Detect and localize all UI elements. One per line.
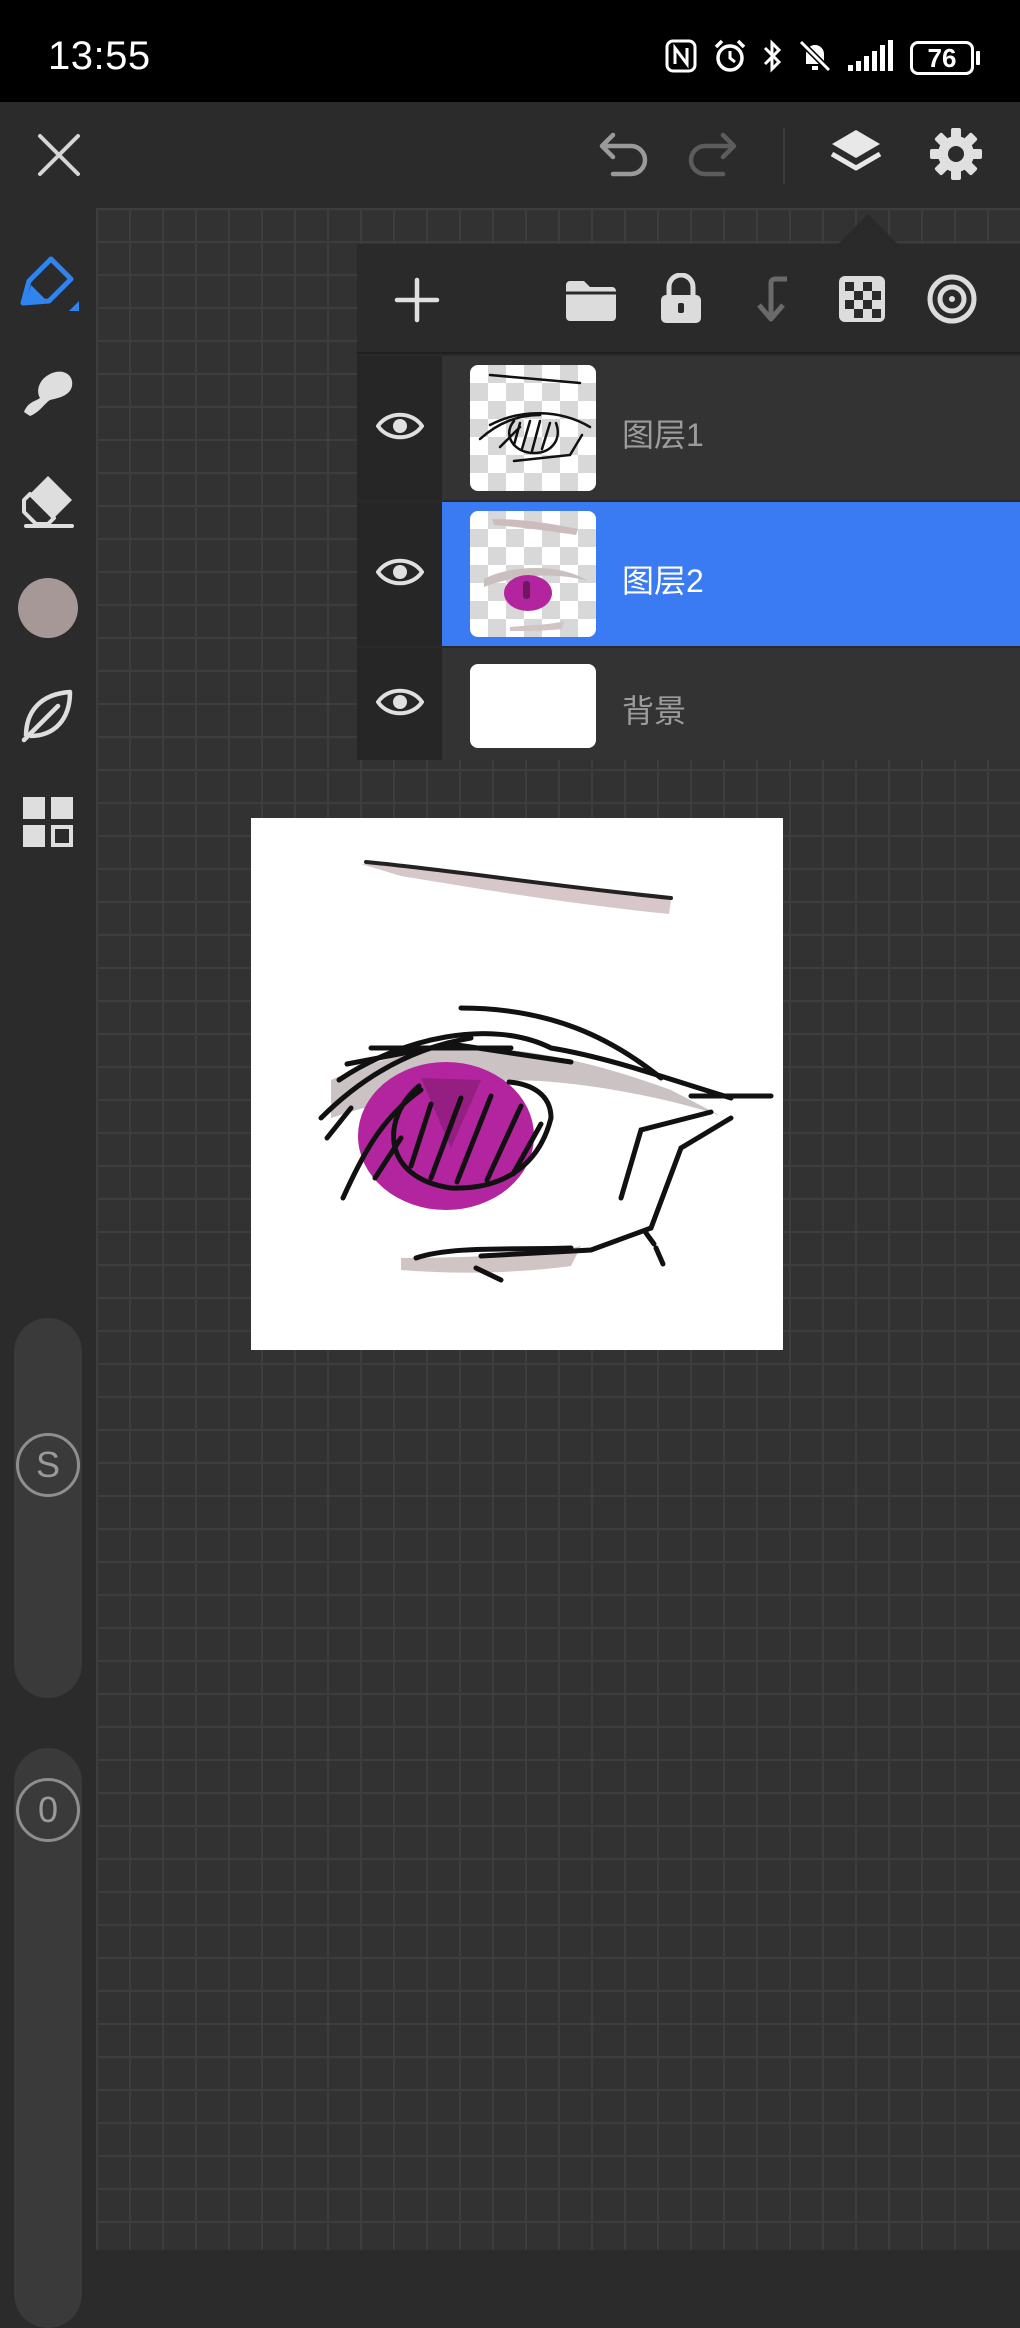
eye-icon bbox=[375, 687, 424, 722]
layers-panel: 图层1 图层2 背景 bbox=[357, 244, 1020, 760]
toolbar-divider bbox=[783, 128, 785, 184]
background-layer-name: 背景 bbox=[622, 693, 687, 729]
layer-row-2[interactable]: 图层2 bbox=[357, 502, 1020, 646]
signal-icon bbox=[846, 39, 896, 78]
color-swatch[interactable] bbox=[12, 572, 84, 644]
eye-icon bbox=[375, 557, 424, 592]
grid-menu-icon[interactable] bbox=[12, 786, 84, 858]
layers-panel-pointer bbox=[838, 214, 898, 244]
nfc-icon bbox=[664, 38, 698, 79]
layer-2-visibility-toggle[interactable] bbox=[357, 502, 442, 646]
layer-2-item[interactable]: 图层2 bbox=[442, 502, 1020, 646]
battery-indicator: 76 bbox=[910, 41, 980, 75]
layer-1-thumbnail bbox=[470, 365, 596, 491]
layers-toolbar bbox=[357, 244, 1020, 354]
brush-opacity-badge: 0 bbox=[16, 1778, 80, 1842]
pen-icon[interactable] bbox=[12, 248, 84, 320]
leaf-brush-icon[interactable] bbox=[12, 678, 84, 750]
status-time: 13:55 bbox=[48, 34, 151, 78]
layer-1-visibility-toggle[interactable] bbox=[357, 356, 442, 500]
transparency-icon[interactable] bbox=[831, 268, 893, 330]
background-layer-item[interactable]: 背景 bbox=[442, 648, 1020, 760]
add-layer-icon[interactable] bbox=[387, 270, 447, 330]
smudge-icon[interactable] bbox=[12, 356, 84, 428]
background-visibility-toggle[interactable] bbox=[357, 648, 442, 760]
mute-icon bbox=[798, 38, 832, 79]
artwork-canvas[interactable] bbox=[251, 818, 783, 1350]
layer-2-thumbnail bbox=[470, 511, 596, 637]
close-icon[interactable] bbox=[26, 122, 92, 188]
brush-size-badge: S bbox=[16, 1433, 80, 1497]
layer-row-1[interactable]: 图层1 bbox=[357, 356, 1020, 500]
current-color bbox=[18, 578, 78, 638]
merge-down-icon[interactable] bbox=[743, 268, 803, 330]
status-icons: 76 bbox=[664, 38, 980, 78]
eye-icon bbox=[375, 411, 424, 446]
undo-icon[interactable] bbox=[590, 122, 656, 188]
status-bar: 13:55 76 bbox=[0, 0, 1020, 102]
target-icon[interactable] bbox=[921, 268, 983, 330]
layer-1-item[interactable]: 图层1 bbox=[442, 356, 1020, 500]
background-thumbnail bbox=[470, 664, 596, 748]
brush-size-slider[interactable] bbox=[14, 1318, 82, 1698]
eraser-icon[interactable] bbox=[12, 464, 84, 536]
battery-level: 76 bbox=[910, 41, 974, 75]
folder-icon[interactable] bbox=[559, 270, 623, 330]
alarm-icon bbox=[712, 38, 748, 79]
left-toolbar: S 0 bbox=[0, 208, 96, 2328]
layer-row-background[interactable]: 背景 bbox=[357, 648, 1020, 760]
lock-icon[interactable] bbox=[651, 268, 711, 330]
redo-icon[interactable] bbox=[680, 122, 746, 188]
bluetooth-icon bbox=[762, 38, 784, 79]
layer-2-name: 图层2 bbox=[622, 563, 704, 599]
settings-icon[interactable] bbox=[920, 118, 992, 190]
layer-1-name: 图层1 bbox=[622, 417, 704, 453]
layers-icon[interactable] bbox=[820, 118, 892, 190]
top-bar bbox=[0, 102, 1020, 208]
